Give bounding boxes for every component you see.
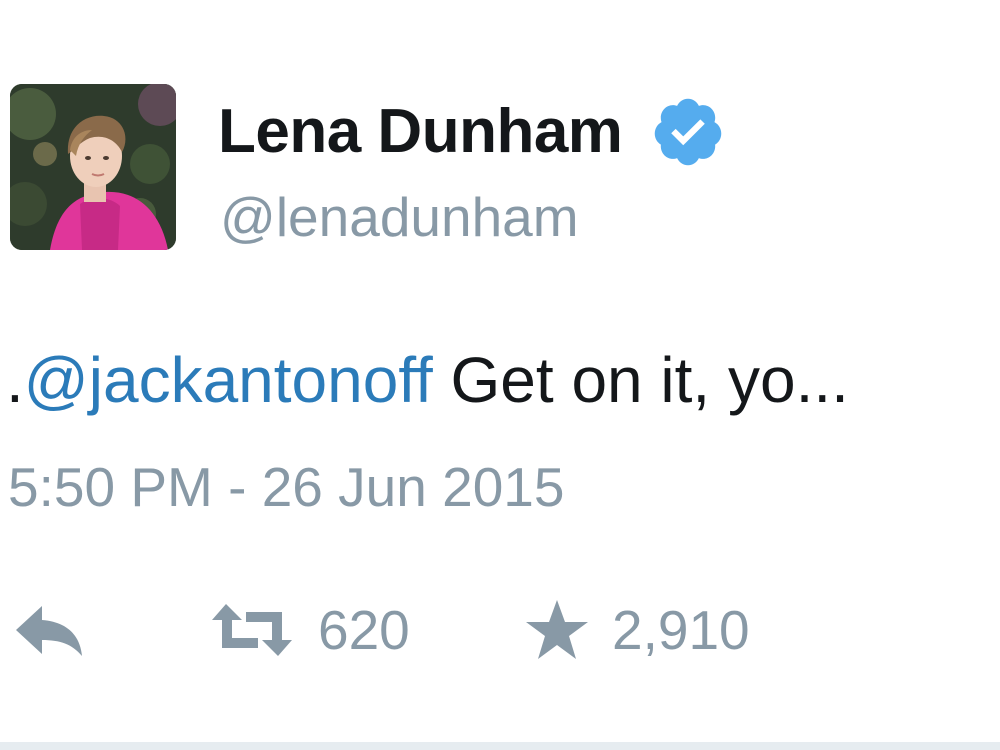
divider — [0, 742, 1000, 750]
retweet-icon — [208, 600, 296, 660]
reply-icon — [12, 600, 88, 660]
tweet-actions: 620 2,910 — [0, 590, 1000, 670]
avatar-image — [10, 84, 176, 250]
tweet-timestamp[interactable]: 5:50 PM - 26 Jun 2015 — [8, 460, 564, 515]
display-name[interactable]: Lena Dunham — [218, 101, 623, 163]
favorite-button[interactable]: 2,910 — [524, 590, 750, 670]
tweet-text-prefix: . — [6, 344, 24, 416]
tweet-text: .@jackantonoff Get on it, yo... — [6, 345, 849, 415]
reply-button[interactable] — [12, 590, 88, 670]
star-icon — [524, 598, 590, 662]
verified-badge-icon — [650, 94, 726, 170]
tweet-text-body: Get on it, yo... — [432, 344, 849, 416]
mention-link[interactable]: @jackantonoff — [24, 344, 433, 416]
user-handle[interactable]: @lenadunham — [220, 190, 579, 245]
retweet-button[interactable]: 620 — [208, 590, 410, 670]
display-name-row: Lena Dunham — [218, 92, 726, 172]
tweet-card: Lena Dunham @lenadunham .@jackantonoff G… — [0, 0, 1000, 750]
avatar[interactable] — [10, 84, 176, 250]
favorite-count: 2,910 — [612, 598, 750, 661]
retweet-count: 620 — [318, 598, 410, 661]
